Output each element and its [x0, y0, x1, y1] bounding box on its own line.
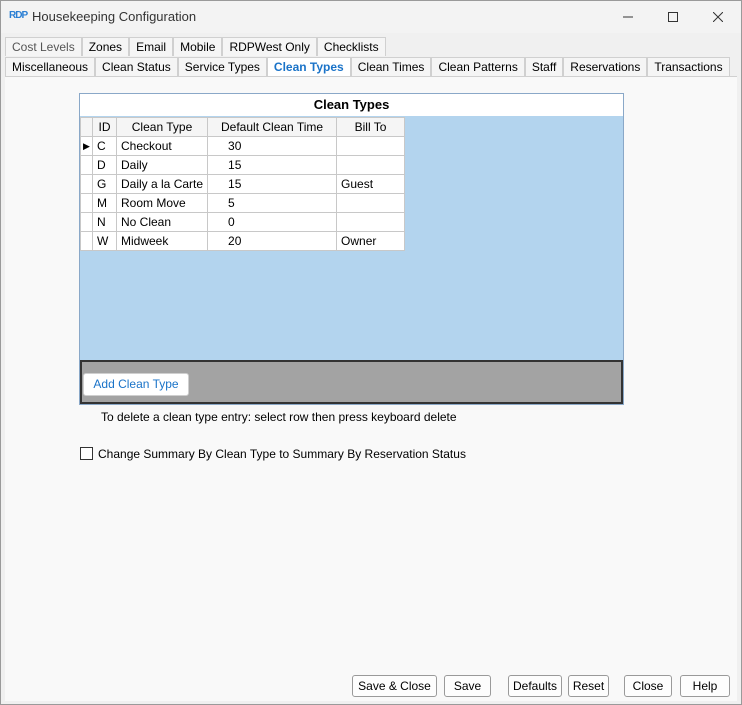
close-window-button[interactable] [695, 1, 741, 33]
tab-miscellaneous[interactable]: Miscellaneous [5, 57, 96, 76]
help-button[interactable]: Help [680, 675, 730, 697]
tab-transactions[interactable]: Transactions [647, 57, 730, 76]
table-row[interactable]: N No Clean 0 [80, 212, 406, 232]
tab-reservations[interactable]: Reservations [563, 57, 648, 76]
cell-clean-type[interactable]: No Clean [115, 212, 209, 232]
save-and-close-button[interactable]: Save & Close [352, 675, 437, 697]
column-header-default-clean-time[interactable]: Default Clean Time [207, 117, 338, 137]
clean-types-grid-panel: Clean Types ID Clean Type Default Clean … [79, 93, 624, 405]
grid-action-bar: Add Clean Type [80, 360, 623, 404]
cell-id[interactable]: G [92, 174, 117, 194]
change-summary-checkbox-label[interactable]: Change Summary By Clean Type to Summary … [98, 447, 466, 461]
tab-row-1: Cost Levels Zones Email Mobile RDPWest O… [5, 37, 386, 56]
cell-bill-to[interactable] [336, 193, 406, 213]
tab-checklists[interactable]: Checklists [316, 37, 386, 56]
grid-title: Clean Types [80, 94, 623, 116]
defaults-button[interactable]: Defaults [508, 675, 562, 697]
cell-default-clean-time[interactable]: 20 [207, 231, 338, 251]
cell-clean-type[interactable]: Checkout [115, 136, 209, 156]
tab-staff[interactable]: Staff [524, 57, 564, 76]
close-icon [713, 12, 723, 22]
tab-service-types[interactable]: Service Types [177, 57, 267, 76]
cell-clean-type[interactable]: Midweek [115, 231, 209, 251]
table-row[interactable]: M Room Move 5 [80, 193, 406, 213]
cell-clean-type[interactable]: Daily [115, 155, 209, 175]
current-row-indicator-icon: ▶ [80, 136, 93, 156]
minimize-button[interactable] [605, 1, 651, 33]
tab-cost-levels[interactable]: Cost Levels [5, 37, 82, 56]
minimize-icon [623, 16, 633, 18]
cell-default-clean-time[interactable]: 15 [207, 155, 338, 175]
cell-default-clean-time[interactable]: 5 [207, 193, 338, 213]
row-selector[interactable] [80, 155, 93, 175]
change-summary-checkbox[interactable] [80, 447, 93, 460]
row-selector[interactable] [80, 193, 93, 213]
add-clean-type-button[interactable]: Add Clean Type [83, 373, 189, 396]
tab-rdpwest-only[interactable]: RDPWest Only [222, 37, 317, 56]
cell-default-clean-time[interactable]: 30 [207, 136, 338, 156]
tab-clean-patterns[interactable]: Clean Patterns [431, 57, 525, 76]
cell-id[interactable]: C [92, 136, 117, 156]
maximize-icon [668, 12, 678, 22]
tab-zones[interactable]: Zones [81, 37, 130, 56]
cell-bill-to[interactable]: Guest [336, 174, 406, 194]
cell-id[interactable]: D [92, 155, 117, 175]
table-row[interactable]: ▶ C Checkout 30 [80, 136, 406, 156]
cell-bill-to[interactable] [336, 212, 406, 232]
table-row[interactable]: G Daily a la Carte 15 Guest [80, 174, 406, 194]
table-header-row: ID Clean Type Default Clean Time Bill To [80, 117, 406, 137]
cell-clean-type[interactable]: Room Move [115, 193, 209, 213]
table-row[interactable]: W Midweek 20 Owner [80, 231, 406, 251]
housekeeping-config-window: RDP Housekeeping Configuration Cost Leve… [0, 0, 742, 705]
clean-types-table: ID Clean Type Default Clean Time Bill To… [80, 117, 406, 251]
cell-id[interactable]: N [92, 212, 117, 232]
cell-default-clean-time[interactable]: 0 [207, 212, 338, 232]
row-selector-header [80, 117, 93, 137]
cell-clean-type[interactable]: Daily a la Carte [115, 174, 209, 194]
tab-clean-times[interactable]: Clean Times [350, 57, 432, 76]
maximize-button[interactable] [650, 1, 696, 33]
cell-bill-to[interactable]: Owner [336, 231, 406, 251]
cell-default-clean-time[interactable]: 15 [207, 174, 338, 194]
cell-id[interactable]: W [92, 231, 117, 251]
column-header-id[interactable]: ID [92, 117, 117, 137]
window-title: Housekeeping Configuration [32, 9, 197, 24]
row-selector[interactable] [80, 174, 93, 194]
table-row[interactable]: D Daily 15 [80, 155, 406, 175]
tab-row-2: Miscellaneous Clean Status Service Types… [5, 57, 730, 76]
tab-clean-types[interactable]: Clean Types [266, 57, 351, 76]
delete-hint-text: To delete a clean type entry: select row… [101, 410, 457, 424]
tab-email[interactable]: Email [129, 37, 174, 56]
row-selector[interactable] [80, 212, 93, 232]
cell-bill-to[interactable] [336, 136, 406, 156]
column-header-bill-to[interactable]: Bill To [336, 117, 406, 137]
title-bar: RDP Housekeeping Configuration [1, 1, 741, 33]
cell-bill-to[interactable] [336, 155, 406, 175]
tab-mobile[interactable]: Mobile [173, 37, 223, 56]
close-button[interactable]: Close [624, 675, 672, 697]
save-button[interactable]: Save [444, 675, 491, 697]
tab-clean-status[interactable]: Clean Status [95, 57, 178, 76]
cell-id[interactable]: M [92, 193, 117, 213]
row-selector[interactable] [80, 231, 93, 251]
reset-button[interactable]: Reset [568, 675, 609, 697]
app-logo-icon: RDP [9, 10, 28, 21]
column-header-clean-type[interactable]: Clean Type [115, 117, 209, 137]
